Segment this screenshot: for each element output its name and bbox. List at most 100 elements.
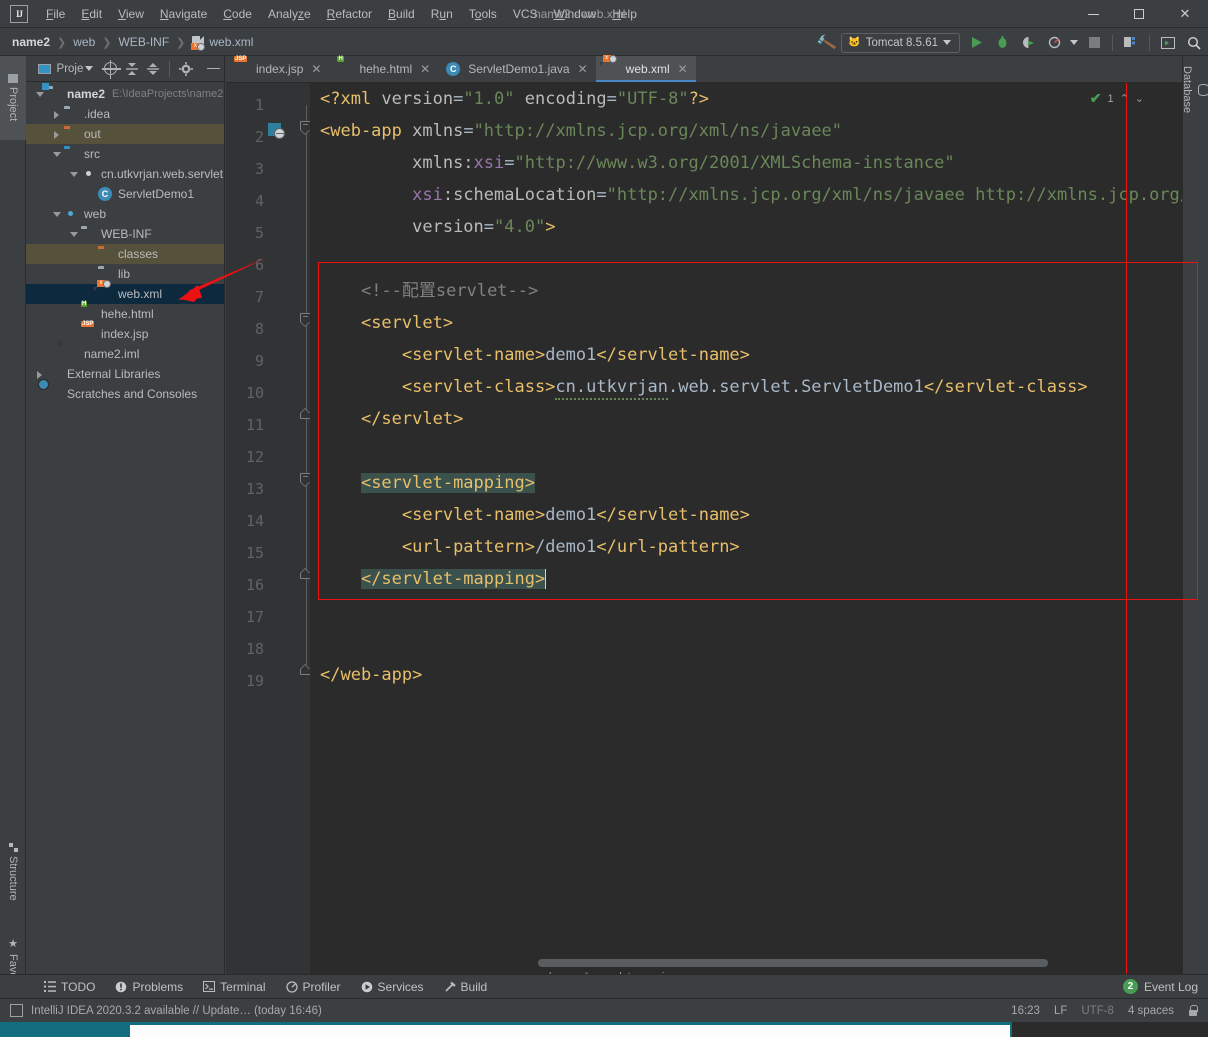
project-panel-title[interactable]: Proje [57, 63, 84, 75]
debug-icon[interactable] [992, 33, 1012, 53]
chevron-right-icon[interactable] [51, 109, 62, 120]
horizontal-scrollbar[interactable] [310, 959, 1166, 968]
close-icon[interactable]: ✕ [678, 62, 688, 76]
close-icon[interactable]: ✕ [1162, 0, 1208, 28]
tree-item-web[interactable]: web [26, 204, 224, 224]
stop-icon[interactable] [1084, 33, 1104, 53]
maximize-button[interactable] [1116, 0, 1162, 28]
sidebar-item-structure[interactable]: Structure [0, 826, 26, 918]
menu-item-file[interactable]: File [38, 4, 73, 24]
status-message[interactable]: IntelliJ IDEA 2020.3.2 available // Upda… [31, 1005, 322, 1017]
code-line-13[interactable]: <servlet-mapping> [310, 467, 1182, 499]
editor-gutter[interactable]: 1 2 3 4 5 6 7 8 9 10 11 12 13 14 15 16 17 18 19 [226, 83, 310, 986]
code-line-9[interactable]: <servlet-name>demo1</servlet-name> [310, 339, 1182, 371]
breadcrumb-item-3[interactable]: web.xml [209, 35, 253, 49]
tree-item-index-jsp[interactable]: JSP index.jsp [26, 321, 224, 344]
breadcrumb-item-1[interactable]: web [73, 35, 95, 49]
expand-all-icon[interactable] [142, 58, 164, 80]
settings-gear-icon[interactable] [175, 58, 197, 80]
tool-button-services[interactable]: Services [351, 980, 434, 994]
console-icon[interactable] [1158, 33, 1178, 53]
tree-item-scratches-and-consoles[interactable]: Scratches and Consoles [26, 384, 224, 404]
tree-item-classes[interactable]: classes [26, 244, 224, 264]
code-line-15[interactable]: <url-pattern>/demo1</url-pattern> [310, 531, 1182, 563]
tool-button-terminal[interactable]: Terminal [193, 980, 275, 994]
status-indent[interactable]: 4 spaces [1128, 1005, 1174, 1017]
code-line-5[interactable]: version="4.0"> [310, 211, 1182, 243]
menu-item-edit[interactable]: Edit [73, 4, 110, 24]
chevron-right-icon[interactable] [51, 129, 62, 140]
run-icon[interactable] [966, 33, 986, 53]
chevron-right-icon[interactable] [34, 369, 45, 380]
hide-panel-icon[interactable] [203, 58, 225, 80]
menu-item-view[interactable]: View [110, 4, 152, 24]
editor-tab-index-jsp[interactable]: JSP index.jsp ✕ [226, 56, 329, 82]
tree-item-cn-utkvrjan-web-servlet[interactable]: cn.utkvrjan.web.servlet [26, 164, 224, 184]
tree-item-external-libraries[interactable]: External Libraries [26, 364, 224, 384]
close-icon[interactable]: ✕ [311, 62, 321, 76]
chevron-down-icon[interactable] [68, 169, 79, 180]
editor-tab-hehe-html[interactable]: Hhehe.html ✕ [329, 56, 438, 82]
lock-icon[interactable] [1188, 1005, 1198, 1016]
menu-item-run[interactable]: Run [423, 4, 461, 24]
inspection-widget[interactable]: ✔ 1 ⌃ ⌄ [1090, 90, 1144, 107]
menu-item-build[interactable]: Build [380, 4, 423, 24]
editor-tab-web-xml[interactable]: x web.xml ✕ [595, 55, 696, 82]
menu-item-tools[interactable]: Tools [461, 4, 505, 24]
menu-item-analyze[interactable]: Analyze [260, 4, 319, 24]
tree-item-src[interactable]: src [26, 144, 224, 164]
tool-button-build[interactable]: Build [434, 980, 498, 994]
project-structure-icon[interactable] [1121, 33, 1141, 53]
code-line-1[interactable]: <?xml version="1.0" encoding="UTF-8"?> [310, 83, 1182, 115]
code-line-10[interactable]: <servlet-class>cn.utkvrjan.web.servlet.S… [310, 371, 1182, 403]
sidebar-item-project[interactable]: Project [0, 56, 26, 140]
tree-item-name2[interactable]: name2 E:\IdeaProjects\name2 [26, 84, 224, 104]
code-line-19[interactable]: </web-app> [310, 659, 1182, 691]
chevron-down-icon[interactable] [85, 66, 94, 71]
code-line-12[interactable] [310, 435, 1182, 467]
code-line-4[interactable]: xsi:schemaLocation="http://xmlns.jcp.org… [310, 179, 1182, 211]
chevron-down-icon[interactable]: ⌄ [1135, 92, 1144, 105]
code-line-16[interactable]: </servlet-mapping> [310, 563, 1182, 595]
code-content[interactable]: <?xml version="1.0" encoding="UTF-8"?> <w… [310, 83, 1182, 986]
event-log-button[interactable]: 2 Event Log [1122, 979, 1198, 994]
notification-icon[interactable] [10, 1004, 23, 1017]
chevron-down-icon[interactable] [68, 229, 79, 240]
close-icon[interactable]: ✕ [420, 62, 430, 76]
status-message-area[interactable]: IntelliJ IDEA 2020.3.2 available // Upda… [0, 1004, 322, 1017]
profile-icon[interactable] [1044, 33, 1064, 53]
tree-item-name2-iml[interactable]: name2.iml [26, 344, 224, 364]
tool-button-todo[interactable]: TODO [34, 980, 105, 994]
tool-button-problems[interactable]: Problems [105, 980, 193, 994]
code-line-2[interactable]: <web-app xmlns="http://xmlns.jcp.org/xml… [310, 115, 1182, 147]
editor-tab-servletdemo1-java[interactable]: C ServletDemo1.java ✕ [438, 56, 595, 82]
code-line-7[interactable]: <!--配置servlet--> [310, 275, 1182, 307]
minimize-button[interactable] [1070, 0, 1116, 28]
collapse-all-icon[interactable] [121, 58, 143, 80]
chevron-down-icon[interactable] [1070, 40, 1078, 45]
run-configuration-selector[interactable]: 🐱 Tomcat 8.5.61 [841, 32, 960, 53]
chevron-down-icon[interactable] [34, 89, 45, 100]
code-line-6[interactable] [310, 243, 1182, 275]
breadcrumb-item-2[interactable]: WEB-INF [118, 35, 169, 49]
sidebar-item-database[interactable]: Database [1181, 60, 1208, 113]
select-opened-file-icon[interactable] [99, 58, 121, 80]
tree-item-hehe-html[interactable]: Hhehe.html [26, 301, 224, 324]
tree-item-lib[interactable]: lib [26, 264, 224, 284]
code-line-17[interactable] [310, 595, 1182, 627]
breadcrumb-item-0[interactable]: name2 [12, 35, 50, 49]
status-line-separator[interactable]: LF [1054, 1005, 1067, 1017]
tool-button-profiler[interactable]: Profiler [276, 980, 351, 994]
tree-item-web-inf[interactable]: WEB-INF [26, 224, 224, 244]
code-line-8[interactable]: <servlet> [310, 307, 1182, 339]
code-line-14[interactable]: <servlet-name>demo1</servlet-name> [310, 499, 1182, 531]
menu-item-navigate[interactable]: Navigate [152, 4, 215, 24]
tree-item-web-xml[interactable]: x web.xml [26, 280, 224, 304]
code-line-18[interactable] [310, 627, 1182, 659]
tree-item-out[interactable]: out [26, 124, 224, 144]
web-descriptor-gutter-icon[interactable] [268, 123, 285, 139]
tree-item-servletdemo1[interactable]: C ServletDemo1 [26, 184, 224, 204]
status-encoding[interactable]: UTF-8 [1081, 1005, 1114, 1017]
chevron-down-icon[interactable] [51, 149, 62, 160]
build-hammer-icon[interactable]: 🔨 [815, 31, 837, 53]
